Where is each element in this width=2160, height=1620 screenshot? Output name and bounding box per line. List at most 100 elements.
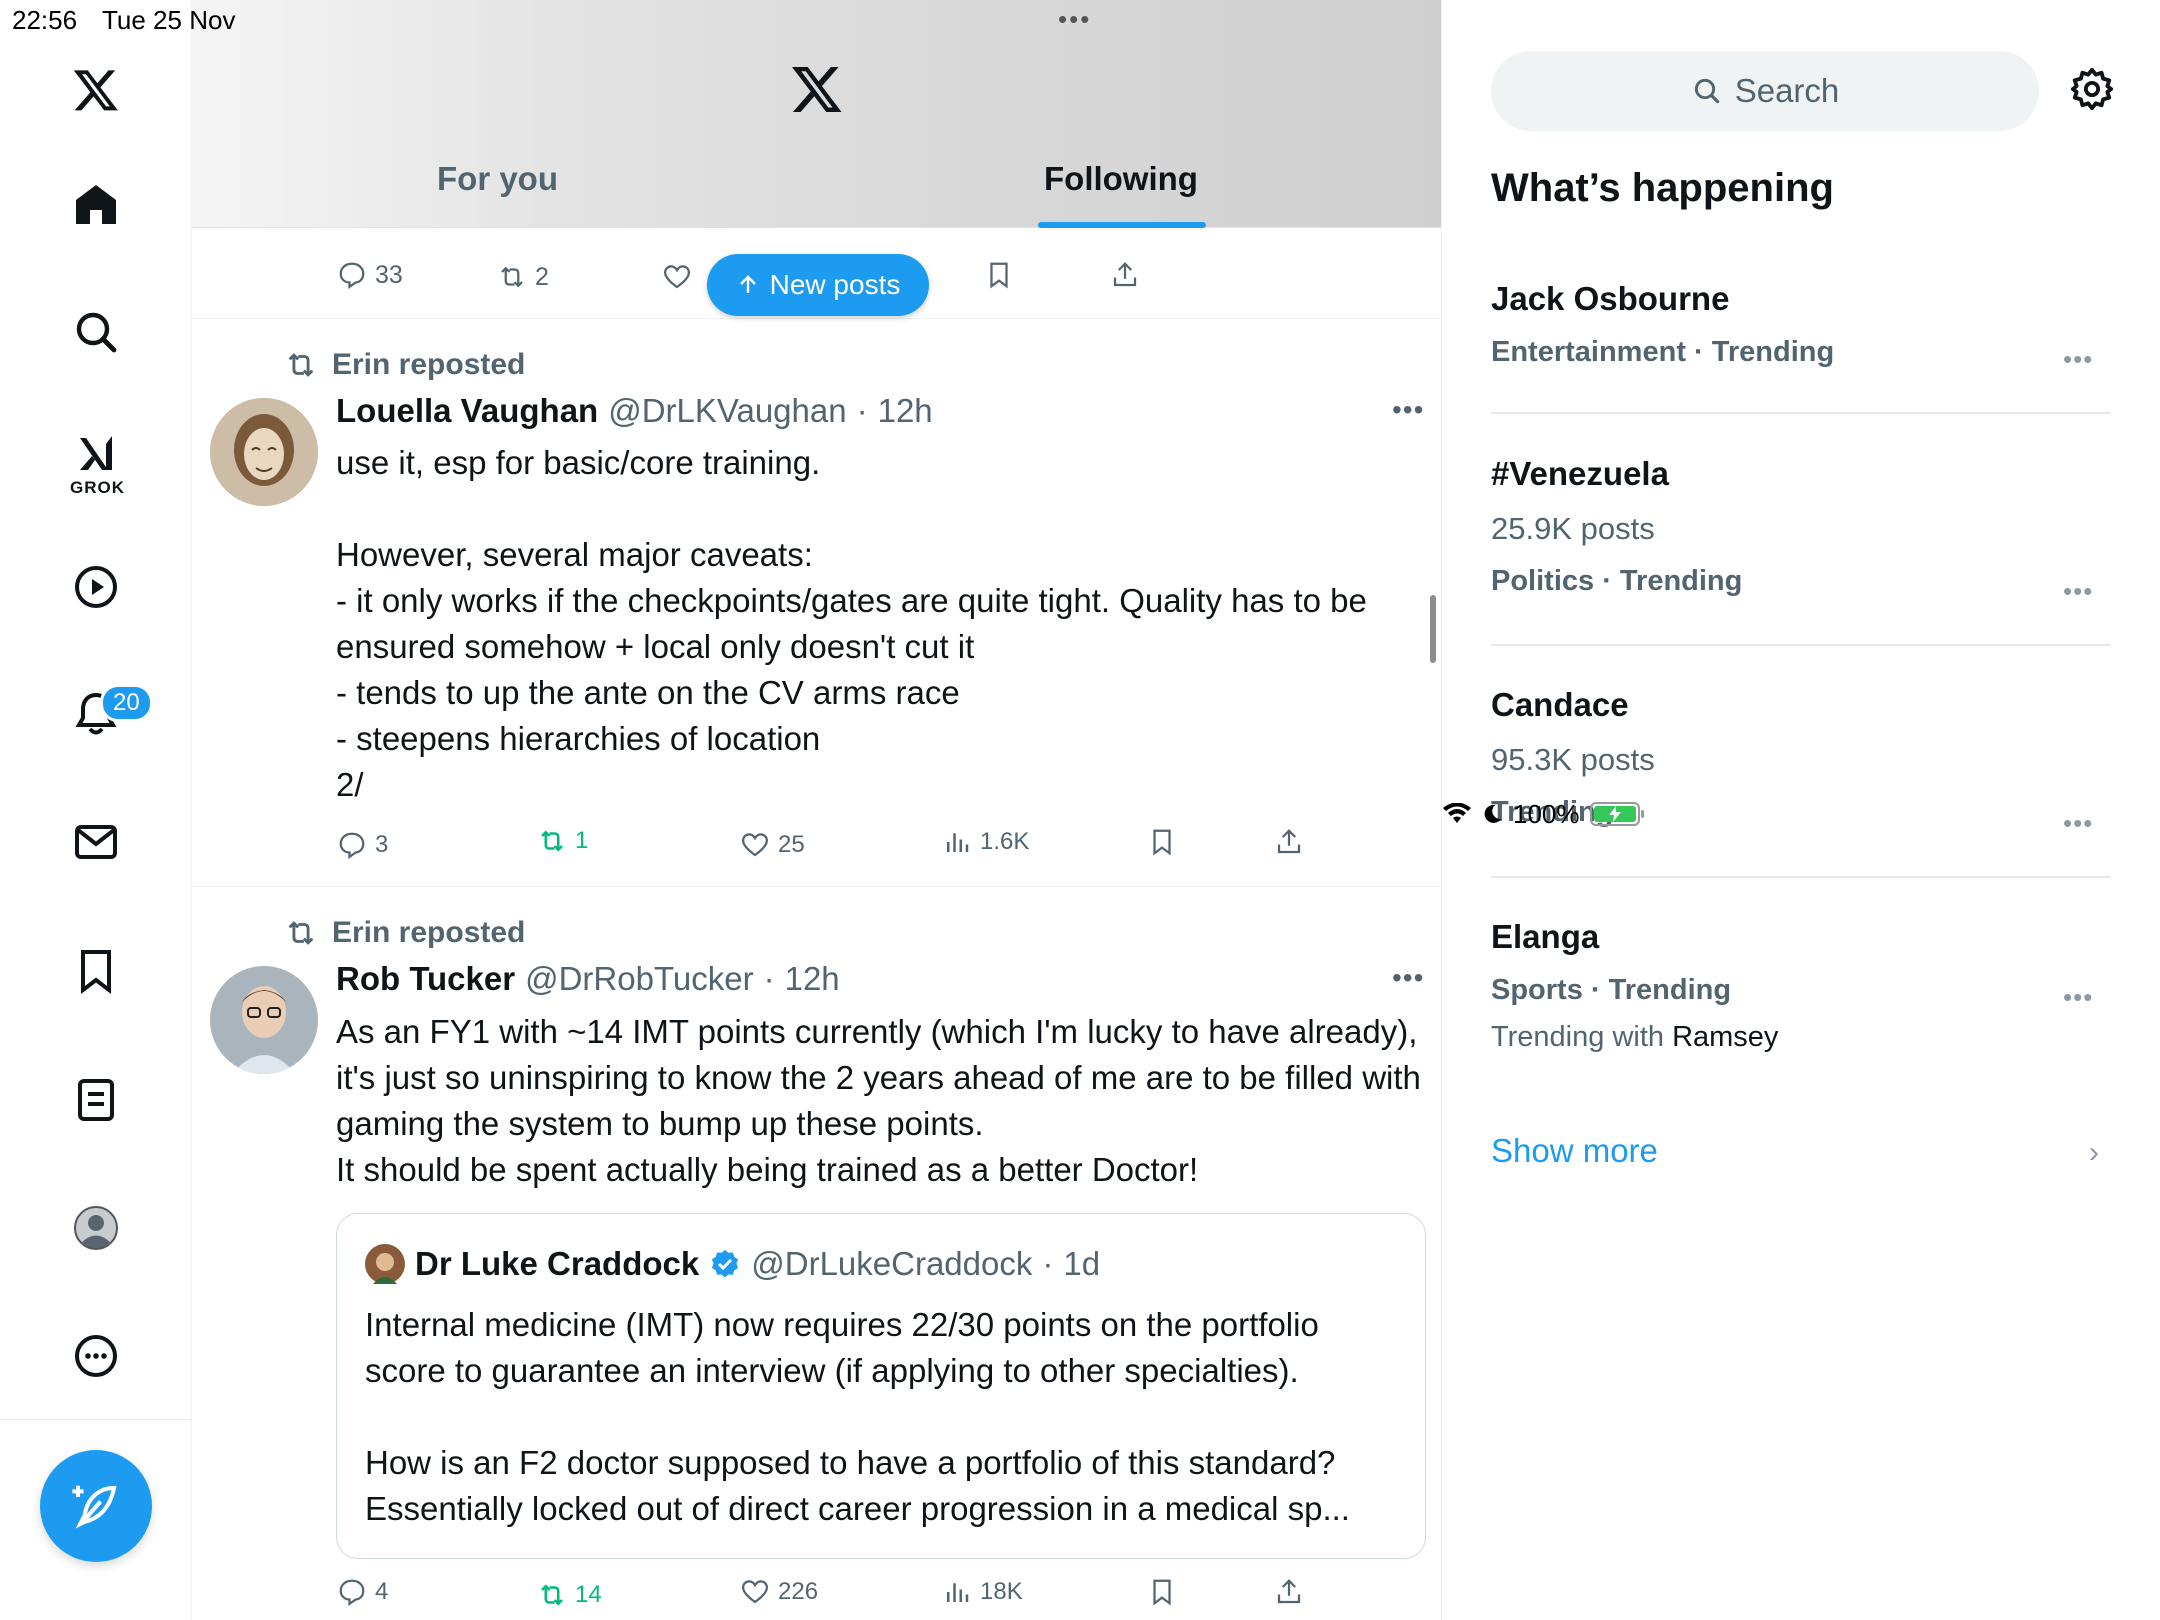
repost-context: Erin reposted	[284, 348, 525, 382]
repost-count: 1	[575, 827, 589, 854]
repost-context-label: Erin reposted	[332, 348, 526, 381]
tab-following[interactable]: Following	[1044, 160, 1198, 198]
post-text: use it, esp for basic/core training. How…	[336, 444, 1367, 803]
x-logo-icon[interactable]	[62, 56, 130, 124]
heart-icon	[663, 265, 691, 289]
tab-for-you[interactable]: For you	[437, 160, 558, 198]
bookmark-icon	[1153, 1579, 1171, 1606]
quoted-author-name[interactable]: Dr Luke Craddock	[415, 1245, 699, 1283]
post-divider	[192, 318, 1441, 319]
lists-icon[interactable]	[62, 1066, 130, 1134]
share-icon	[1113, 262, 1137, 287]
reply-button[interactable]: 3	[337, 830, 388, 860]
repost-icon	[541, 1584, 563, 1606]
profile-avatar-icon[interactable]	[62, 1194, 130, 1262]
post-header: Louella Vaughan @DrLKVaughan · 12h	[336, 392, 933, 430]
repost-icon	[501, 266, 523, 288]
video-icon[interactable]	[62, 553, 130, 621]
reply-count: 4	[375, 1578, 389, 1605]
share-button[interactable]	[1274, 1577, 1304, 1607]
quoted-post-time[interactable]: 1d	[1063, 1245, 1100, 1283]
wifi-icon	[1443, 803, 1471, 823]
views-chart-icon	[947, 833, 969, 852]
quoted-post-header: Dr Luke Craddock @DrLukeCraddock · 1d	[365, 1244, 1100, 1284]
repost-icon	[541, 830, 563, 852]
status-date: Tue 25 Nov	[102, 5, 236, 35]
bookmark-button[interactable]	[1147, 827, 1177, 857]
status-right: 100%	[1443, 4, 2160, 1620]
author-name[interactable]: Louella Vaughan	[336, 392, 598, 430]
arrow-up-icon	[739, 275, 756, 293]
compose-feather-icon	[72, 1485, 117, 1529]
quoted-author-handle[interactable]: @DrLukeCraddock	[751, 1245, 1032, 1283]
compose-post-button[interactable]	[40, 1450, 152, 1562]
new-posts-button[interactable]: New posts	[707, 254, 929, 316]
post-more-icon[interactable]: •••	[1392, 962, 1424, 994]
repost-context-label: Erin reposted	[332, 916, 526, 949]
author-handle[interactable]: @DrRobTucker	[525, 960, 754, 998]
repost-button[interactable]: 14	[537, 1580, 602, 1610]
avatar[interactable]	[210, 966, 318, 1074]
share-button[interactable]	[1110, 260, 1140, 290]
bookmarks-icon[interactable]	[62, 937, 130, 1005]
reply-count: 3	[375, 831, 389, 858]
search-icon[interactable]	[62, 298, 130, 366]
post-more-icon[interactable]: •••	[1392, 394, 1424, 426]
more-options-icon[interactable]	[62, 1322, 130, 1390]
bookmark-button[interactable]	[1147, 1577, 1177, 1607]
repost-indicator-icon	[288, 353, 314, 377]
views-count: 18K	[980, 1578, 1023, 1605]
reply-icon	[339, 262, 365, 290]
like-count: 25	[778, 831, 805, 858]
quoted-post-text: Internal medicine (IMT) now requires 22/…	[365, 1306, 1350, 1527]
views-chart-icon	[947, 1583, 969, 1602]
like-button[interactable]: 226	[740, 1577, 818, 1607]
views-count: 1.6K	[980, 828, 1030, 855]
home-icon[interactable]	[62, 170, 130, 238]
author-name[interactable]: Rob Tucker	[336, 960, 515, 998]
bookmark-icon	[1153, 829, 1171, 856]
quoted-avatar[interactable]	[365, 1244, 405, 1284]
moon-icon	[1484, 804, 1501, 823]
scrollbar-thumb[interactable]	[1430, 595, 1436, 663]
post-text: As an FY1 with ~14 IMT points currently …	[336, 1013, 1421, 1188]
reply-button[interactable]: 4	[337, 1577, 388, 1607]
messages-icon[interactable]	[62, 808, 130, 876]
repost-count: 2	[535, 262, 549, 291]
status-bar: 22:56 Tue 25 Nov ••• 100%	[0, 0, 2160, 829]
notifications-badge: 20	[100, 684, 153, 722]
post-header: Rob Tucker @DrRobTucker · 12h	[336, 960, 840, 998]
active-tab-indicator	[1038, 222, 1206, 228]
post-divider	[192, 886, 1441, 887]
x-header-logo-icon[interactable]	[790, 62, 844, 121]
reply-icon	[339, 832, 365, 860]
author-handle[interactable]: @DrLKVaughan	[608, 392, 846, 430]
views-button[interactable]: 1.6K	[942, 827, 1029, 857]
reply-icon	[339, 1579, 365, 1607]
reply-button[interactable]: 33	[337, 260, 403, 290]
multitasking-dots[interactable]: •••	[1058, 4, 1091, 35]
post-time[interactable]: 12h	[785, 960, 840, 998]
left-navigation: GROK 20	[0, 0, 192, 1620]
like-button[interactable]: 25	[740, 830, 805, 860]
share-button[interactable]	[1274, 827, 1304, 857]
nav-divider	[0, 1419, 192, 1420]
timeline-column: For you Following 33 2 New posts Erin re…	[192, 0, 1442, 1620]
verified-badge-icon	[712, 1250, 739, 1278]
repost-button[interactable]: 2	[497, 262, 549, 292]
status-time: 22:56	[12, 5, 78, 35]
grok-label: GROK	[70, 478, 125, 497]
repost-context: Erin reposted	[284, 916, 525, 950]
heart-icon	[741, 1580, 769, 1604]
bookmark-button[interactable]	[984, 260, 1014, 290]
views-button[interactable]: 18K	[942, 1577, 1023, 1607]
avatar[interactable]	[210, 398, 318, 506]
quoted-post[interactable]: Dr Luke Craddock @DrLukeCraddock · 1d In…	[336, 1213, 1426, 1559]
heart-icon	[741, 833, 769, 857]
repost-indicator-icon	[288, 921, 314, 945]
repost-button[interactable]: 1	[537, 826, 588, 856]
like-button[interactable]	[662, 262, 692, 292]
like-count: 226	[778, 1578, 819, 1605]
post-time[interactable]: 12h	[878, 392, 933, 430]
battery-percent: 100%	[1513, 798, 1580, 829]
